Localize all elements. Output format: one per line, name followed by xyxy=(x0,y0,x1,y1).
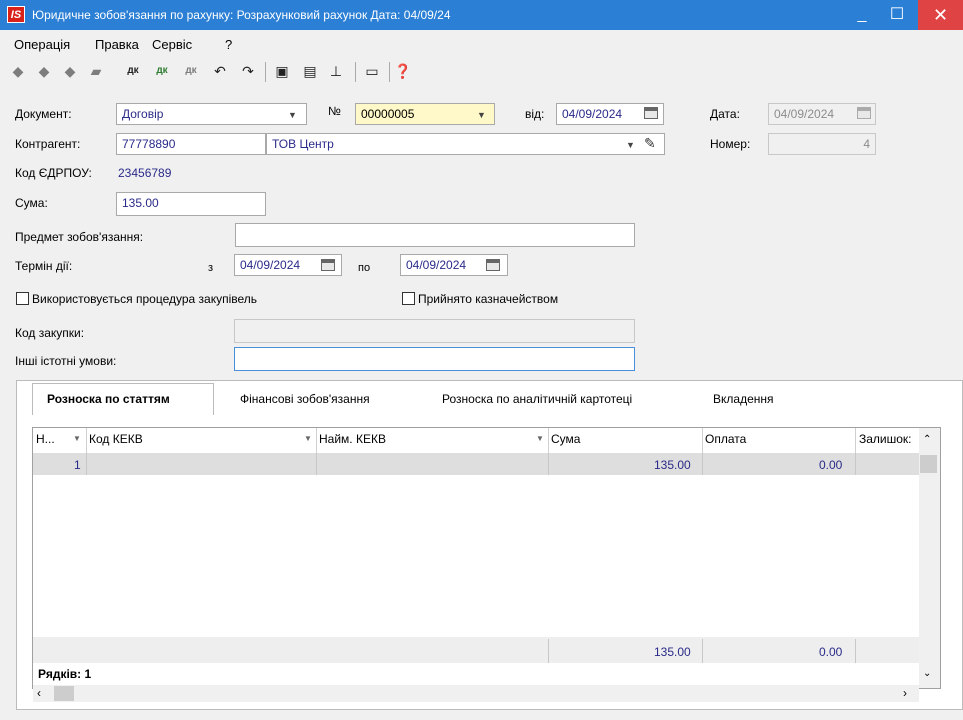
number-label: № xyxy=(328,104,341,118)
purchase-code-label: Код закупки: xyxy=(15,326,85,340)
minimize-button[interactable]: _ xyxy=(845,0,879,30)
sum-field[interactable]: 135.00 xyxy=(116,192,266,216)
cell-payment: 0.00 xyxy=(819,458,843,472)
menu-edit[interactable]: Правка xyxy=(95,37,139,52)
scroll-down-icon[interactable]: ⌄ xyxy=(923,668,931,679)
forward-icon[interactable]: ▰ xyxy=(86,60,106,82)
subject-field[interactable] xyxy=(235,223,635,247)
column-header-sum[interactable]: Сума xyxy=(551,432,580,446)
tab-analytical-distribution[interactable]: Розноска по аналітичній картотеці xyxy=(442,392,632,406)
horizontal-scrollbar[interactable] xyxy=(33,685,919,702)
tab-financial-obligations[interactable]: Фінансові зобов'язання xyxy=(240,392,370,406)
edrpou-label: Код ЄДРПОУ: xyxy=(15,166,92,180)
menu-help[interactable]: ? xyxy=(225,37,232,52)
scroll-up-icon[interactable]: ⌃ xyxy=(923,434,931,445)
counterparty-name-select[interactable]: ТОВ Центр xyxy=(266,133,665,155)
calendar-icon xyxy=(857,107,871,119)
footer-payment: 0.00 xyxy=(819,645,843,659)
counterparty-label: Контрагент: xyxy=(15,137,81,151)
dk-icon[interactable]: дк xyxy=(123,60,143,82)
term-from-label: з xyxy=(208,262,214,274)
subject-label: Предмет зобов'язання: xyxy=(15,230,144,244)
app-logo: IS xyxy=(7,6,25,23)
num-label: Номер: xyxy=(710,137,751,151)
purchase-code-field xyxy=(234,319,635,343)
other-terms-label: Інші істотні умови: xyxy=(15,354,117,368)
procurement-checkbox[interactable] xyxy=(16,292,29,305)
other-terms-field[interactable] xyxy=(234,347,635,371)
grid-footer xyxy=(33,637,919,663)
sum-label: Сума: xyxy=(15,196,48,210)
counterparty-code-field[interactable]: 77778890 xyxy=(116,133,266,155)
dk-green-icon[interactable]: дк xyxy=(152,60,172,82)
column-header-rest[interactable]: Залишок: xyxy=(859,432,912,446)
filter-icon[interactable]: ▼ xyxy=(536,434,544,443)
num-field: 4 xyxy=(768,133,876,155)
chevron-down-icon[interactable]: ▼ xyxy=(288,110,297,120)
term-label: Термін дії: xyxy=(15,259,73,273)
edrpou-value: 23456789 xyxy=(118,166,172,180)
horizontal-scroll-thumb[interactable] xyxy=(54,686,74,701)
arrow-right-icon[interactable]: ◆ xyxy=(60,60,80,82)
column-header-name[interactable]: Найм. КЕКВ xyxy=(319,432,386,446)
menu-operation[interactable]: Операція xyxy=(14,37,70,52)
from-label: від: xyxy=(525,107,545,121)
table-row[interactable] xyxy=(33,453,919,475)
calendar-icon[interactable] xyxy=(486,259,500,271)
calendar-icon[interactable] xyxy=(644,107,658,119)
arrow-back-icon[interactable]: ◆ xyxy=(8,60,28,82)
chevron-down-icon[interactable]: ▼ xyxy=(626,140,635,150)
save-icon[interactable]: ▣ xyxy=(272,60,292,82)
cell-sum: 135.00 xyxy=(654,458,691,472)
filter-icon[interactable]: ▼ xyxy=(73,434,81,443)
column-header-payment[interactable]: Оплата xyxy=(705,432,746,446)
cell-n: 1 xyxy=(74,458,81,472)
footer-sum: 135.00 xyxy=(654,645,691,659)
treasury-checkbox[interactable] xyxy=(402,292,415,305)
scroll-thumb[interactable] xyxy=(920,455,937,473)
tree-icon[interactable]: ⊥ xyxy=(326,60,346,82)
number-select[interactable]: 00000005 xyxy=(355,103,495,125)
undo2-icon[interactable]: ↷ xyxy=(238,60,258,82)
date-label: Дата: xyxy=(710,107,740,121)
column-header-code[interactable]: Код КЕКВ xyxy=(89,432,143,446)
column-header-n[interactable]: Н... xyxy=(36,432,55,446)
window-title: Юридичне зобов'язання по рахунку: Розрах… xyxy=(32,8,451,22)
tab-distribution-by-items[interactable]: Розноска по статтям xyxy=(47,392,170,406)
title-bar: IS Юридичне зобов'язання по рахунку: Роз… xyxy=(0,0,963,30)
close-button[interactable]: ✕ xyxy=(918,0,963,30)
term-to-label: по xyxy=(358,262,371,274)
help-icon[interactable]: ❓ xyxy=(393,60,413,82)
arrow-left-icon[interactable]: ◆ xyxy=(34,60,54,82)
filter-icon[interactable]: ▼ xyxy=(304,434,312,443)
undo-icon[interactable]: ↶ xyxy=(210,60,230,82)
chevron-down-icon[interactable]: ▼ xyxy=(477,110,486,120)
rows-count: Рядків: 1 xyxy=(38,667,92,681)
tab-attachments[interactable]: Вкладення xyxy=(713,392,774,406)
scroll-left-icon[interactable]: ‹ xyxy=(37,686,41,700)
maximize-button[interactable]: ☐ xyxy=(880,0,914,30)
document-label: Документ: xyxy=(15,107,72,121)
menu-service[interactable]: Сервіс xyxy=(152,37,192,52)
calendar-icon[interactable] xyxy=(321,259,335,271)
document-icon[interactable]: ▤ xyxy=(300,60,320,82)
procurement-checkbox-label: Використовується процедура закупівель xyxy=(32,292,258,306)
panel-icon[interactable]: ▭ xyxy=(362,60,382,82)
pencil-icon[interactable]: ✎ xyxy=(644,135,656,152)
document-select[interactable]: Договір xyxy=(116,103,307,125)
treasury-checkbox-label: Прийнято казначейством xyxy=(418,292,559,306)
dk-gray-icon[interactable]: дк xyxy=(181,60,201,82)
scroll-right-icon[interactable]: › xyxy=(903,686,907,700)
